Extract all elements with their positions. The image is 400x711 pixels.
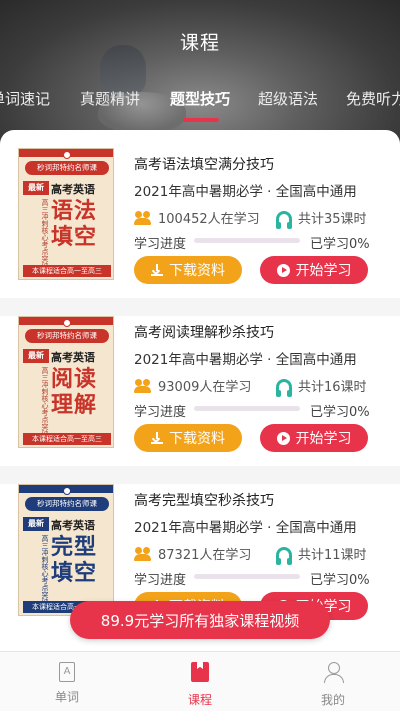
progress-bar [194,574,300,579]
start-learning-button[interactable]: 开始学习 [260,256,368,284]
tab-question-skills[interactable]: 题型技巧 [170,88,230,109]
nav-label: 课程 [187,693,212,707]
tab-super-grammar[interactable]: 超级语法 [258,88,318,109]
cover-subject: 高考英语 [51,183,95,196]
download-icon [151,264,163,276]
course-subtitle: 2021年高中暑期必学 · 全国高中通用 [134,184,357,200]
cover-big-title-line2: 填空 [51,225,98,250]
nav-label: 单词 [54,690,79,704]
tab-word-memory[interactable]: 单词速记 [0,88,50,109]
cover-side-text: 高三冲刺核心考点突破 [41,535,49,605]
cover-latest-tag: 最新 [23,349,49,363]
progress-bar [194,238,300,243]
download-button[interactable]: 下载资料 [134,256,242,284]
headphones-icon [276,210,292,229]
download-icon [151,432,163,444]
cover-hanger [63,487,71,495]
course-title[interactable]: 高考阅读理解秒杀技巧 [134,322,274,342]
progress-label: 学习进度 [134,405,187,420]
cover-latest-tag: 最新 [23,181,49,195]
lesson-count-text: 共计35课时 [298,212,367,227]
progress-label: 学习进度 [134,573,187,588]
start-button-label: 开始学习 [295,263,352,279]
course-icon [191,662,209,682]
learner-count: 87321人在学习 [134,544,251,563]
nav-item-me[interactable]: 我的 [293,662,373,708]
cover-badge: 秒词邦特约名师课 [25,161,109,175]
lesson-count: 共计16课时 [276,376,367,397]
course-subtitle: 2021年高中暑期必学 · 全国高中通用 [134,352,357,368]
start-learning-button[interactable]: 开始学习 [260,424,368,452]
lesson-count: 共计11课时 [276,544,367,565]
progress-text: 已学习0% [310,237,370,252]
headphones-icon [276,546,292,565]
learner-count-text: 100452人在学习 [158,212,260,227]
play-icon [276,431,290,445]
download-button[interactable]: 下载资料 [134,424,242,452]
progress-text: 已学习0% [310,405,370,420]
progress-label: 学习进度 [134,237,187,252]
progress-text: 已学习0% [310,573,370,588]
cover-subject: 高考英语 [51,519,95,532]
learner-count-text: 93009人在学习 [158,380,252,395]
cover-big-title-line1: 完型 [51,535,98,560]
cover-big-title-line1: 语法 [51,199,98,224]
headphones-icon [276,378,292,397]
promo-button[interactable]: 89.9元学习所有独家课程视频 [70,601,330,639]
course-title[interactable]: 高考语法填空满分技巧 [134,154,274,174]
user-icon [323,662,344,683]
cover-footer: 本课程适合高一至高三 [23,433,111,445]
cover-subject: 高考英语 [51,351,95,364]
start-button-label: 开始学习 [295,431,352,447]
cover-big-title: 语法 填空 [51,199,113,251]
nav-label: 我的 [320,693,345,707]
cover-footer: 本课程适合高一至高三 [23,265,111,277]
course-card[interactable]: 秒词邦特约名师课 最新 高考英语 高三冲刺核心考点突破 语法 填空 本课程适合高… [0,130,400,284]
cover-hanger [63,319,71,327]
course-cover[interactable]: 秒词邦特约名师课 最新 高考英语 高三冲刺核心考点突破 完型 填空 本课程适合高… [18,484,114,616]
progress-bar [194,406,300,411]
learner-count: 100452人在学习 [134,208,260,227]
play-icon [276,263,290,277]
people-icon [134,210,152,225]
active-tab-indicator [183,118,219,122]
learner-count: 93009人在学习 [134,376,251,395]
course-cover[interactable]: 秒词邦特约名师课 最新 高考英语 高三冲刺核心考点突破 语法 填空 本课程适合高… [18,148,114,280]
lesson-count: 共计35课时 [276,208,367,229]
lesson-count-text: 共计11课时 [298,548,367,563]
book-icon: A [59,662,75,682]
cover-side-text: 高三冲刺核心考点突破 [41,367,49,437]
cover-big-title: 完型 填空 [51,535,113,587]
cover-latest-tag: 最新 [23,517,49,531]
nav-item-courses[interactable]: 课程 [160,662,240,708]
cover-big-title-line2: 理解 [51,393,98,418]
cover-big-title: 阅读 理解 [51,367,113,419]
cover-badge: 秒词邦特约名师课 [25,497,109,511]
lesson-count-text: 共计16课时 [298,380,367,395]
course-card[interactable]: 秒词邦特约名师课 最新 高考英语 高三冲刺核心考点突破 完型 填空 本课程适合高… [0,466,400,620]
cover-big-title-line1: 阅读 [51,367,98,392]
people-icon [134,546,152,561]
page-title: 课程 [179,32,220,54]
cover-side-text: 高三冲刺核心考点突破 [41,199,49,269]
download-button-label: 下载资料 [169,263,225,279]
course-card[interactable]: 秒词邦特约名师课 最新 高考英语 高三冲刺核心考点突破 阅读 理解 本课程适合高… [0,298,400,452]
people-icon [134,378,152,393]
tab-exam-explained[interactable]: 真题精讲 [80,88,140,109]
download-button-label: 下载资料 [169,431,225,447]
course-title[interactable]: 高考完型填空秒杀技巧 [134,490,274,510]
course-subtitle: 2021年高中暑期必学 · 全国高中通用 [134,520,357,536]
cover-badge: 秒词邦特约名师课 [25,329,109,343]
course-cover[interactable]: 秒词邦特约名师课 最新 高考英语 高三冲刺核心考点突破 阅读 理解 本课程适合高… [18,316,114,448]
bottom-nav: A 单词 课程 我的 [0,651,400,711]
cover-hanger [63,151,71,159]
tab-free-listening[interactable]: 免费听力 [346,88,400,109]
cover-big-title-line2: 填空 [51,561,98,586]
nav-item-words[interactable]: A 单词 [27,662,107,705]
learner-count-text: 87321人在学习 [158,548,252,563]
